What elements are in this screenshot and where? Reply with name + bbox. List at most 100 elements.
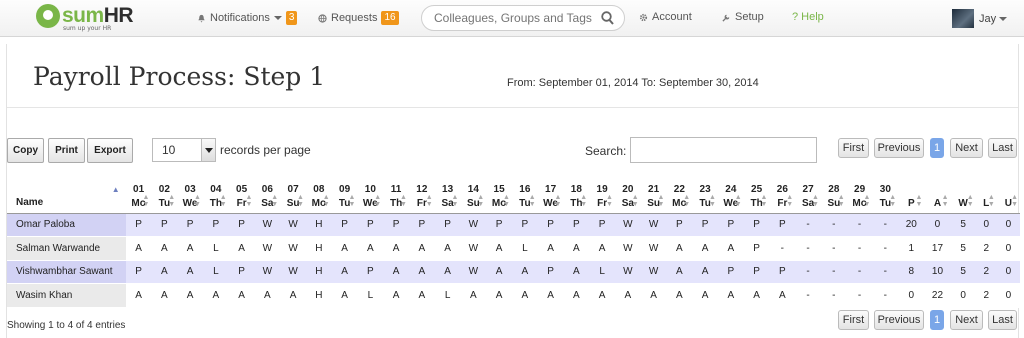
- setup-menu[interactable]: Setup: [722, 11, 764, 23]
- column-header-day-30[interactable]: 30 Tu ▲ ▼: [872, 177, 899, 214]
- column-header-day-03[interactable]: 03 We ▲ ▼: [177, 177, 203, 214]
- column-header-day-07[interactable]: 07 Su ▲ ▼: [280, 177, 306, 214]
- table-row[interactable]: Vishwambhar Sawant P A A L P W W H A P A A A W A A P A L W W A…: [7, 260, 1020, 284]
- attendance-cell: P: [743, 236, 770, 261]
- column-header-day-02[interactable]: 02 Tu ▲ ▼: [151, 177, 178, 214]
- user-name[interactable]: Jay: [979, 13, 996, 25]
- column-header-day-28[interactable]: 28 Su ▲ ▼: [820, 177, 847, 214]
- column-header-day-18[interactable]: 18 Th ▲ ▼: [563, 177, 590, 214]
- column-header-day-16[interactable]: 16 Tu ▲ ▼: [511, 177, 538, 214]
- attendance-cell: A: [177, 283, 203, 308]
- setup-label: Setup: [735, 11, 764, 23]
- global-search[interactable]: [421, 5, 625, 31]
- sort-icon: ▲ ▼: [451, 194, 459, 208]
- column-header-day-25[interactable]: 25 Th ▲ ▼: [743, 177, 770, 214]
- column-header-day-10[interactable]: 10 We ▲ ▼: [357, 177, 384, 214]
- pagination-first-bottom[interactable]: First: [838, 310, 869, 330]
- sort-icon: ▲ ▼: [837, 194, 845, 208]
- column-header-summary-p[interactable]: P ▲ ▼: [898, 177, 925, 214]
- attendance-cell: -: [820, 236, 847, 261]
- account-menu[interactable]: Account: [639, 11, 692, 23]
- attendance-cell: -: [820, 260, 847, 284]
- pagination-page-1-bottom[interactable]: 1: [930, 310, 944, 330]
- sort-icon: ▲ ▼: [760, 194, 768, 208]
- column-header-day-11[interactable]: 11 Th ▲ ▼: [383, 177, 409, 214]
- attendance-cell: -: [846, 236, 873, 261]
- attendance-cell: A: [151, 283, 178, 308]
- bell-icon: [198, 14, 205, 23]
- column-header-day-08[interactable]: 08 Mo ▲ ▼: [305, 177, 332, 214]
- copy-button[interactable]: Copy: [7, 138, 44, 163]
- summary-cell: 2: [975, 260, 997, 284]
- attendance-cell: L: [357, 283, 384, 308]
- day-number: 02: [158, 183, 170, 195]
- attendance-cell: L: [202, 260, 229, 284]
- help-link[interactable]: ? Help: [792, 11, 824, 23]
- column-header-day-09[interactable]: 09 Tu ▲ ▼: [331, 177, 358, 214]
- column-header-day-06[interactable]: 06 Sa ▲ ▼: [254, 177, 281, 214]
- pagination-page-1[interactable]: 1: [930, 138, 944, 158]
- column-header-day-27[interactable]: 27 Sa ▲ ▼: [795, 177, 821, 214]
- column-header-day-21[interactable]: 21 Su ▲ ▼: [640, 177, 667, 214]
- column-header-day-15[interactable]: 15 Mo ▲ ▼: [486, 177, 512, 214]
- search-label: Search:: [585, 144, 627, 158]
- column-header-day-12[interactable]: 12 Fr ▲ ▼: [408, 177, 435, 214]
- sort-icon: ▲ ▼: [348, 194, 356, 208]
- column-header-summary-u[interactable]: U ▲ ▼: [996, 177, 1020, 214]
- column-header-day-20[interactable]: 20 Sa ▲ ▼: [614, 177, 641, 214]
- column-header-day-04[interactable]: 04 Th ▲ ▼: [202, 177, 229, 214]
- attendance-cell: P: [228, 213, 255, 237]
- user-menu-chevron-icon[interactable]: [999, 17, 1007, 21]
- column-header-day-14[interactable]: 14 Su ▲ ▼: [460, 177, 487, 214]
- attendance-cell: P: [589, 213, 615, 237]
- column-header-day-01[interactable]: 01 Mo ▲ ▼: [125, 177, 152, 214]
- pagination-previous-bottom[interactable]: Previous: [874, 310, 924, 330]
- export-button[interactable]: Export: [87, 138, 133, 163]
- column-header-day-19[interactable]: 19 Fr ▲ ▼: [589, 177, 615, 214]
- table-header-row: Name ▲ 01 Mo ▲ ▼ 02 Tu ▲ ▼ 03 We ▲ ▼ 04 Th ▲ ▼ 05 Fr ▲ ▼ 06 Sa ▲…: [7, 177, 1020, 214]
- column-header-day-23[interactable]: 23 Tu ▲ ▼: [692, 177, 718, 214]
- search-icon[interactable]: [601, 11, 614, 25]
- pagination-next-bottom[interactable]: Next: [950, 310, 983, 330]
- column-header-summary-a[interactable]: A ▲ ▼: [924, 177, 951, 214]
- attendance-cell: P: [717, 260, 744, 284]
- records-per-page-select[interactable]: 10: [152, 138, 216, 162]
- pagination-first[interactable]: First: [838, 138, 869, 158]
- global-search-input[interactable]: [434, 10, 594, 26]
- column-header-name[interactable]: Name ▲: [7, 177, 126, 214]
- employee-name: Omar Paloba: [7, 213, 126, 237]
- avatar[interactable]: [952, 9, 974, 28]
- print-button[interactable]: Print: [48, 138, 85, 163]
- requests-menu[interactable]: Requests 16: [318, 11, 399, 25]
- table-search-input[interactable]: [630, 137, 817, 163]
- column-header-day-05[interactable]: 05 Fr ▲ ▼: [228, 177, 255, 214]
- table-row[interactable]: Wasim Khan A A A A A A A H A L A A L A A A A A A A A A A A A A - - - -…: [7, 283, 1020, 308]
- attendance-cell: A: [666, 260, 693, 284]
- column-header-day-24[interactable]: 24 We ▲ ▼: [717, 177, 744, 214]
- pagination-previous[interactable]: Previous: [874, 138, 924, 158]
- column-header-day-17[interactable]: 17 We ▲ ▼: [537, 177, 564, 214]
- day-number: 08: [313, 183, 325, 195]
- attendance-cell: A: [177, 236, 203, 261]
- table-row[interactable]: Omar Paloba P P P P P W W H P P P P P W P P P P P W W P P P P P - - -…: [7, 213, 1020, 237]
- column-header-summary-l[interactable]: L ▲ ▼: [975, 177, 997, 214]
- column-header-day-29[interactable]: 29 Mo ▲ ▼: [846, 177, 873, 214]
- column-header-day-13[interactable]: 13 Sa ▲ ▼: [434, 177, 461, 214]
- column-header-summary-w[interactable]: W ▲ ▼: [950, 177, 976, 214]
- pagination-last[interactable]: Last: [988, 138, 1017, 158]
- day-number: 13: [442, 183, 454, 195]
- column-header-day-22[interactable]: 22 Mo ▲ ▼: [666, 177, 693, 214]
- summary-cell: 1: [898, 236, 925, 261]
- attendance-cell: A: [177, 260, 203, 284]
- pagination-last-bottom[interactable]: Last: [988, 310, 1017, 330]
- column-header-day-26[interactable]: 26 Fr ▲ ▼: [769, 177, 796, 214]
- pagination-next[interactable]: Next: [950, 138, 983, 158]
- summary-cell: 2: [975, 283, 997, 308]
- notifications-menu[interactable]: Notifications 3: [197, 11, 298, 25]
- dropdown-arrow-icon[interactable]: [201, 139, 215, 161]
- table-row[interactable]: Salman Warwande A A A L A W W H A A A A A W A L A A A W W A A A P…: [7, 236, 1020, 261]
- logo-wordmark: sumHR: [62, 4, 134, 27]
- employee-name: Vishwambhar Sawant: [7, 260, 126, 284]
- sumhr-logo[interactable]: sumHR sum up your HR: [36, 4, 140, 34]
- attendance-cell: W: [640, 213, 667, 237]
